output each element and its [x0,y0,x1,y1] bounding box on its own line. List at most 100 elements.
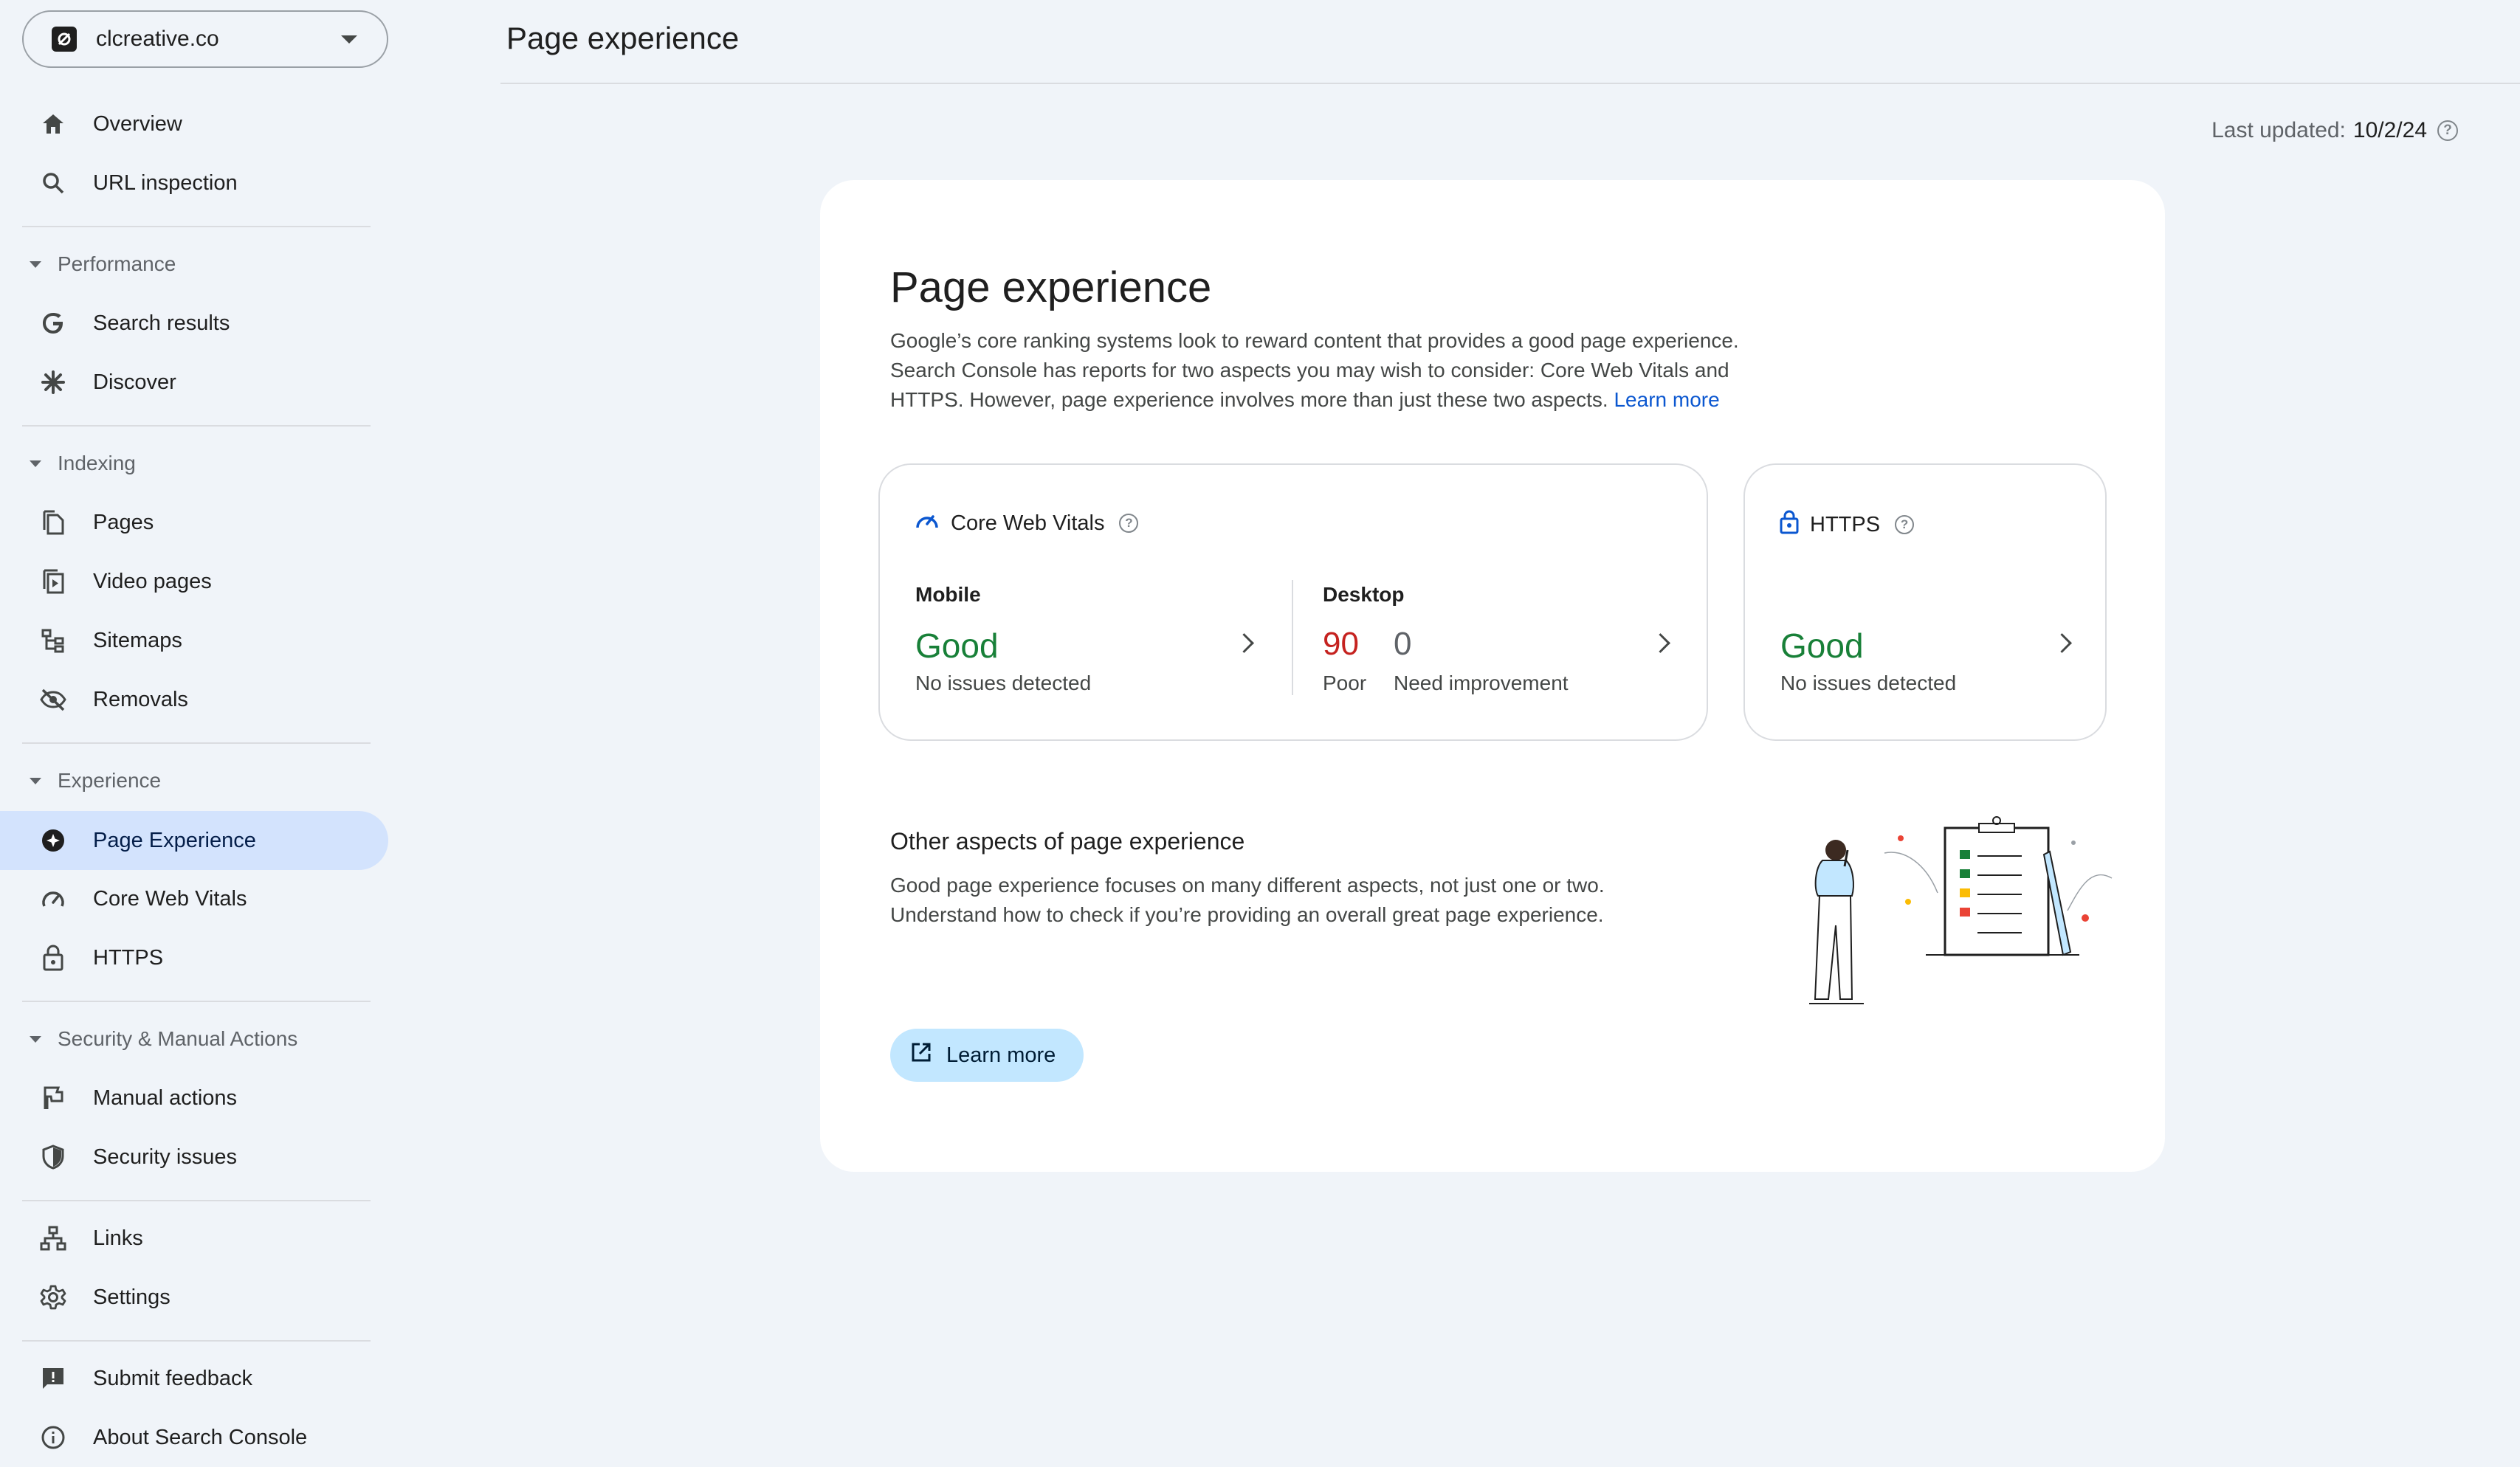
nav-search-results[interactable]: Search results [0,294,388,353]
nav-page-experience[interactable]: Page Experience [0,811,388,870]
page-experience-illustration [1793,815,2115,1021]
nav-manual-actions[interactable]: Manual actions [0,1069,388,1128]
gauge-icon [914,509,940,537]
nav-settings[interactable]: Settings [0,1268,388,1327]
other-aspects-description: Good page experience focuses on many dif… [890,874,1605,926]
https-title: HTTPS [1810,512,1881,536]
https-card[interactable]: HTTPS ? Good No issues detected [1743,463,2107,741]
last-updated: Last updated: 10/2/24 ? [2211,118,2458,143]
nav-overview[interactable]: Overview [0,94,388,153]
desktop-ni-label: Need improvement [1394,672,1569,694]
nav-label: About Search Console [93,1425,308,1449]
nav-removals[interactable]: Removals [0,670,388,729]
feedback-icon [38,1365,68,1392]
nav-label: Overview [93,111,182,136]
nav-label: HTTPS [93,945,164,970]
shield-icon [38,1144,68,1170]
collapse-arrow-icon [30,460,41,467]
search-icon [38,170,68,196]
mobile-label: Mobile [915,583,981,606]
nav-label: Core Web Vitals [93,886,247,911]
https-detail: No issues detected [1780,672,1957,694]
core-web-vitals-card: Core Web Vitals ? Mobile Good No issues … [878,463,1708,741]
help-icon[interactable]: ? [2437,120,2458,141]
learn-more-button-label: Learn more [946,1043,1056,1067]
nav-url-inspection[interactable]: URL inspection [0,153,388,213]
dropdown-caret-icon [341,35,357,44]
nav-label: Manual actions [93,1085,238,1110]
section-performance[interactable]: Performance [0,242,369,286]
collapse-arrow-icon [30,260,41,268]
eye-off-icon [38,686,68,713]
property-name: clcreative.co [96,27,219,51]
help-icon[interactable]: ? [1895,515,1915,534]
section-security[interactable]: Security & Manual Actions [0,1017,369,1061]
google-g-icon [38,310,68,336]
chevron-right-icon [1650,633,1670,653]
divider [22,425,371,427]
nav-label: Security issues [93,1145,238,1169]
property-selector[interactable]: clcreative.co [22,10,388,68]
help-icon[interactable]: ? [1119,514,1139,533]
divider [22,226,371,227]
header-divider [500,83,2520,84]
desktop-poor-count: 90 [1323,626,1359,662]
card-description: Google’s core ranking systems look to re… [890,326,1791,415]
section-experience[interactable]: Experience [0,759,369,803]
https-header: HTTPS ? [1779,509,1915,540]
section-indexing[interactable]: Indexing [0,441,369,486]
nav-label: Search results [93,311,230,335]
last-updated-value: 10/2/24 [2352,118,2427,142]
chevron-right-icon [2052,633,2072,653]
nav-label: Video pages [93,569,212,593]
last-updated-label: Last updated: [2211,118,2346,142]
nav-label: URL inspection [93,170,238,195]
nav-core-web-vitals[interactable]: Core Web Vitals [0,869,388,928]
nav-video-pages[interactable]: Video pages [0,552,388,611]
pages-icon [38,509,68,536]
card-title: Page experience [890,263,1212,311]
nav-label: Settings [93,1285,171,1309]
section-title: Performance [58,252,176,275]
nav-submit-feedback[interactable]: Submit feedback [0,1349,388,1408]
nav-label: Page Experience [93,828,256,852]
nav-pages[interactable]: Pages [0,493,388,552]
open-in-new-icon [911,1042,932,1069]
desktop-ni-count: 0 [1394,626,1412,662]
asterisk-icon [38,369,68,396]
site-favicon-icon [52,27,77,52]
desktop-label: Desktop [1323,583,1405,606]
page-experience-icon [38,827,68,854]
collapse-arrow-icon [30,1035,41,1043]
nav-security-issues[interactable]: Security issues [0,1128,388,1187]
learn-more-link[interactable]: Learn more [1614,388,1719,411]
nav-sitemaps[interactable]: Sitemaps [0,611,388,670]
gauge-icon [38,886,68,912]
core-web-vitals-header: Core Web Vitals ? [914,509,1139,537]
section-title: Security & Manual Actions [58,1027,298,1050]
nav-about[interactable]: About Search Console [0,1408,388,1467]
nav-label: Removals [93,687,188,711]
nav-label: Discover [93,370,176,394]
mobile-detail: No issues detected [915,672,1092,694]
https-status: Good [1780,627,1864,665]
divider [22,1001,371,1002]
page-experience-card: Page experience Google’s core ranking sy… [820,180,2165,1172]
flag-icon [38,1085,68,1111]
nav-label: Pages [93,510,154,534]
sidebar: clcreative.co Overview URL inspection Pe… [0,0,399,1451]
other-aspects-title: Other aspects of page experience [890,828,1245,855]
nav-links[interactable]: Links [0,1209,388,1268]
learn-more-button[interactable]: Learn more [890,1029,1084,1082]
nav-https[interactable]: HTTPS [0,928,388,987]
collapse-arrow-icon [30,777,41,784]
mobile-status: Good [915,627,999,665]
lock-icon [1779,509,1800,540]
info-icon [38,1424,68,1451]
section-title: Indexing [58,452,136,474]
divider [22,1200,371,1201]
chevron-right-icon [1234,633,1254,653]
divider [22,742,371,744]
video-pages-icon [38,568,68,595]
nav-discover[interactable]: Discover [0,353,388,412]
